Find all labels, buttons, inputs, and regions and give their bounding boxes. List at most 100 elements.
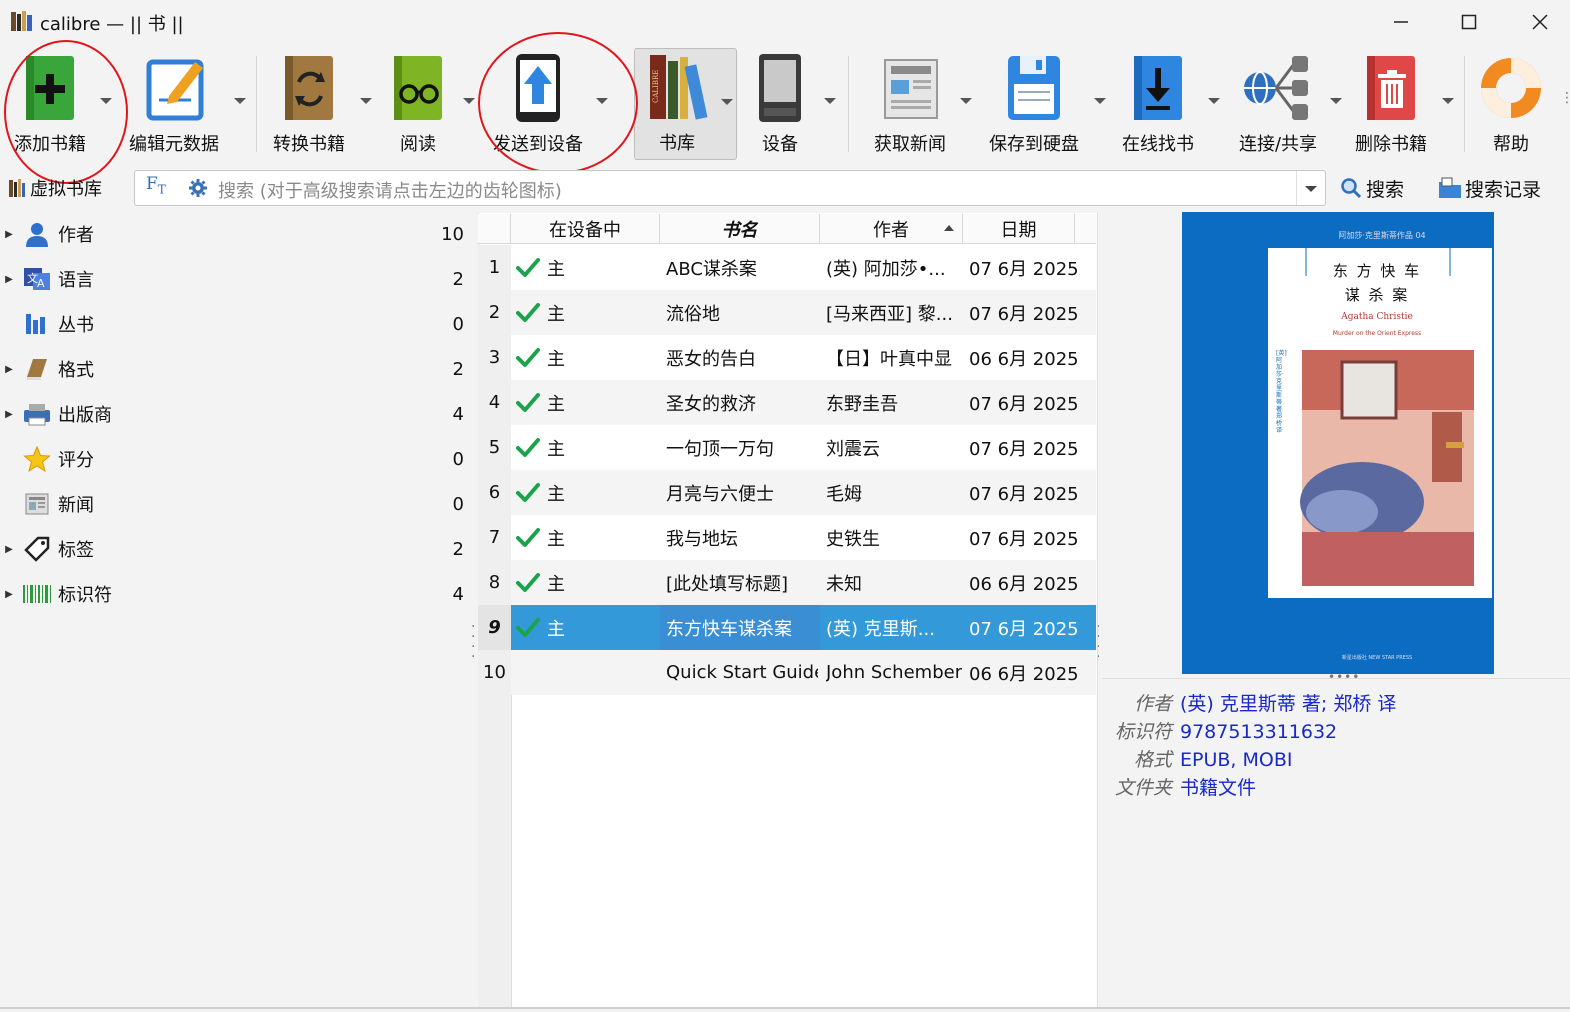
download-book-icon: [1134, 56, 1182, 120]
expand-arrow-icon[interactable]: ▶: [0, 364, 18, 375]
fetch-news-button[interactable]: 获取新闻: [862, 50, 958, 160]
tag-category-count: 0: [452, 493, 464, 515]
toolbar-overflow-icon[interactable]: ⋮: [1560, 90, 1570, 106]
row-number[interactable]: 6: [478, 470, 511, 515]
library-books-icon: CALIBRE: [650, 55, 708, 120]
column-header-title[interactable]: 书名: [660, 214, 820, 244]
floppy-disk-icon: [1008, 56, 1060, 120]
row-number[interactable]: 7: [478, 515, 511, 560]
maximize-button[interactable]: [1434, 0, 1504, 44]
library-dropdown[interactable]: [718, 48, 737, 160]
row-number[interactable]: 8: [478, 560, 511, 605]
column-header-author[interactable]: 作者: [820, 214, 963, 244]
expand-arrow-icon[interactable]: ▶: [0, 589, 18, 600]
status-bar-border: [0, 1007, 1570, 1009]
row-number[interactable]: 10: [478, 650, 511, 695]
cell-title: 流俗地: [666, 303, 720, 325]
fetch-news-dropdown-icon[interactable]: [960, 96, 972, 106]
cell-date: 07 6月 2025: [969, 483, 1079, 505]
search-button[interactable]: 搜索: [1340, 172, 1404, 204]
cell-author: 未知: [826, 573, 862, 595]
gear-icon[interactable]: [188, 178, 208, 198]
library-button[interactable]: CALIBRE 书库: [634, 48, 720, 160]
help-button[interactable]: 帮助: [1472, 50, 1550, 160]
row-number[interactable]: 5: [478, 425, 511, 470]
trash-book-icon: [1367, 56, 1415, 120]
save-to-disk-dropdown-icon[interactable]: [1094, 96, 1106, 106]
column-header-on-device[interactable]: 在设备中: [511, 214, 660, 244]
format-link[interactable]: EPUB, MOBI: [1180, 749, 1292, 771]
row-number[interactable]: 1: [478, 245, 511, 290]
view-dropdown-icon[interactable]: [463, 96, 475, 106]
tag-category-count: 2: [452, 268, 464, 290]
cell-date: 06 6月 2025: [969, 348, 1079, 370]
view-button[interactable]: 阅读: [380, 50, 456, 160]
maximize-icon: [1461, 14, 1477, 30]
tag-category[interactable]: ▶ 格式 2: [0, 349, 470, 389]
search-history-dropdown[interactable]: [1296, 171, 1325, 205]
remove-books-dropdown-icon[interactable]: [1442, 96, 1454, 106]
tag-category[interactable]: 新闻 0: [0, 484, 470, 524]
splitter-handle[interactable]: · · · ·: [471, 620, 475, 664]
row-number[interactable]: 2: [478, 290, 511, 335]
connect-share-dropdown-icon[interactable]: [1330, 96, 1342, 106]
checkmark-icon: [516, 618, 540, 637]
cover-subtitle-en: Murder on the Orient Express: [1332, 330, 1422, 337]
row-number[interactable]: 4: [478, 380, 511, 425]
edit-metadata-icon: [146, 59, 204, 121]
edit-metadata-dropdown-icon[interactable]: [234, 96, 246, 106]
tag-category-label: 格式: [58, 360, 94, 381]
connect-share-button[interactable]: 连接/共享: [1230, 50, 1326, 160]
convert-icon: [285, 56, 333, 120]
expand-arrow-icon[interactable]: ▶: [0, 409, 18, 420]
convert-books-button[interactable]: 转换书籍: [262, 50, 356, 160]
book-cover[interactable]: 阿加莎·克里斯蒂作品 04 东 方 快 车 谋 杀 案 Agatha Chris…: [1182, 212, 1494, 674]
cell-date: 07 6月 2025: [969, 393, 1079, 415]
splitter-handle[interactable]: ••••: [1328, 670, 1360, 684]
remove-books-button[interactable]: 删除书籍: [1346, 50, 1436, 160]
cell-on-device: 主: [547, 393, 565, 415]
convert-dropdown-icon[interactable]: [360, 96, 372, 106]
virtual-library-button[interactable]: 虚拟书库: [8, 172, 102, 204]
tag-category[interactable]: ▶ 文 A 语言 2: [0, 259, 470, 299]
expand-arrow-icon[interactable]: ▶: [0, 229, 18, 240]
saved-searches-button[interactable]: 搜索记录: [1438, 172, 1541, 204]
device-dropdown-icon[interactable]: [824, 96, 836, 106]
tag-category[interactable]: 丛书 0: [0, 304, 470, 344]
search-button-label: 搜索: [1366, 178, 1405, 201]
tag-category-label: 评分: [58, 450, 94, 471]
row-number[interactable]: 3: [478, 335, 511, 380]
checkmark-icon: [516, 528, 540, 547]
edit-metadata-label: 编辑元数据: [129, 134, 219, 155]
minimize-icon: [1394, 21, 1408, 23]
save-to-disk-label: 保存到硬盘: [989, 134, 1079, 155]
save-to-disk-button[interactable]: 保存到硬盘: [984, 50, 1084, 160]
cell-date: 06 6月 2025: [969, 573, 1079, 595]
calibre-app-icon: [10, 9, 34, 33]
cell-on-device: 主: [547, 483, 565, 505]
get-books-dropdown-icon[interactable]: [1208, 96, 1220, 106]
tag-category[interactable]: ▶ 标签 2: [0, 529, 470, 569]
author-link[interactable]: (英) 克里斯蒂 著; 郑桥 译: [1180, 693, 1396, 715]
folder-link[interactable]: 书籍文件: [1180, 777, 1256, 799]
column-header-date[interactable]: 日期: [963, 214, 1075, 244]
tag-category[interactable]: ▶ 出版商 4: [0, 394, 470, 434]
row-number[interactable]: 9: [478, 605, 511, 650]
font-toggle-icon[interactable]: FT: [146, 174, 166, 196]
tag-category[interactable]: 评分 0: [0, 439, 470, 479]
expand-arrow-icon[interactable]: ▶: [0, 544, 18, 555]
isbn-link[interactable]: 9787513311632: [1180, 721, 1337, 743]
edit-metadata-button[interactable]: 编辑元数据: [124, 50, 224, 160]
tag-category[interactable]: ▶ 作者 10: [0, 214, 470, 254]
minimize-button[interactable]: [1366, 0, 1436, 44]
close-button[interactable]: [1505, 0, 1570, 44]
tag-category[interactable]: ▶ 标识符 4: [0, 574, 470, 614]
news-icon: [22, 489, 52, 519]
get-books-button[interactable]: 在线找书: [1116, 50, 1200, 160]
tag-category-label: 丛书: [58, 315, 94, 336]
expand-arrow-icon[interactable]: ▶: [0, 274, 18, 285]
detail-identifier-row: 标识符 9787513311632: [1112, 718, 1396, 746]
cell-title: 月亮与六便士: [666, 483, 774, 505]
header-corner[interactable]: [478, 214, 511, 244]
device-button[interactable]: 设备: [742, 50, 818, 160]
